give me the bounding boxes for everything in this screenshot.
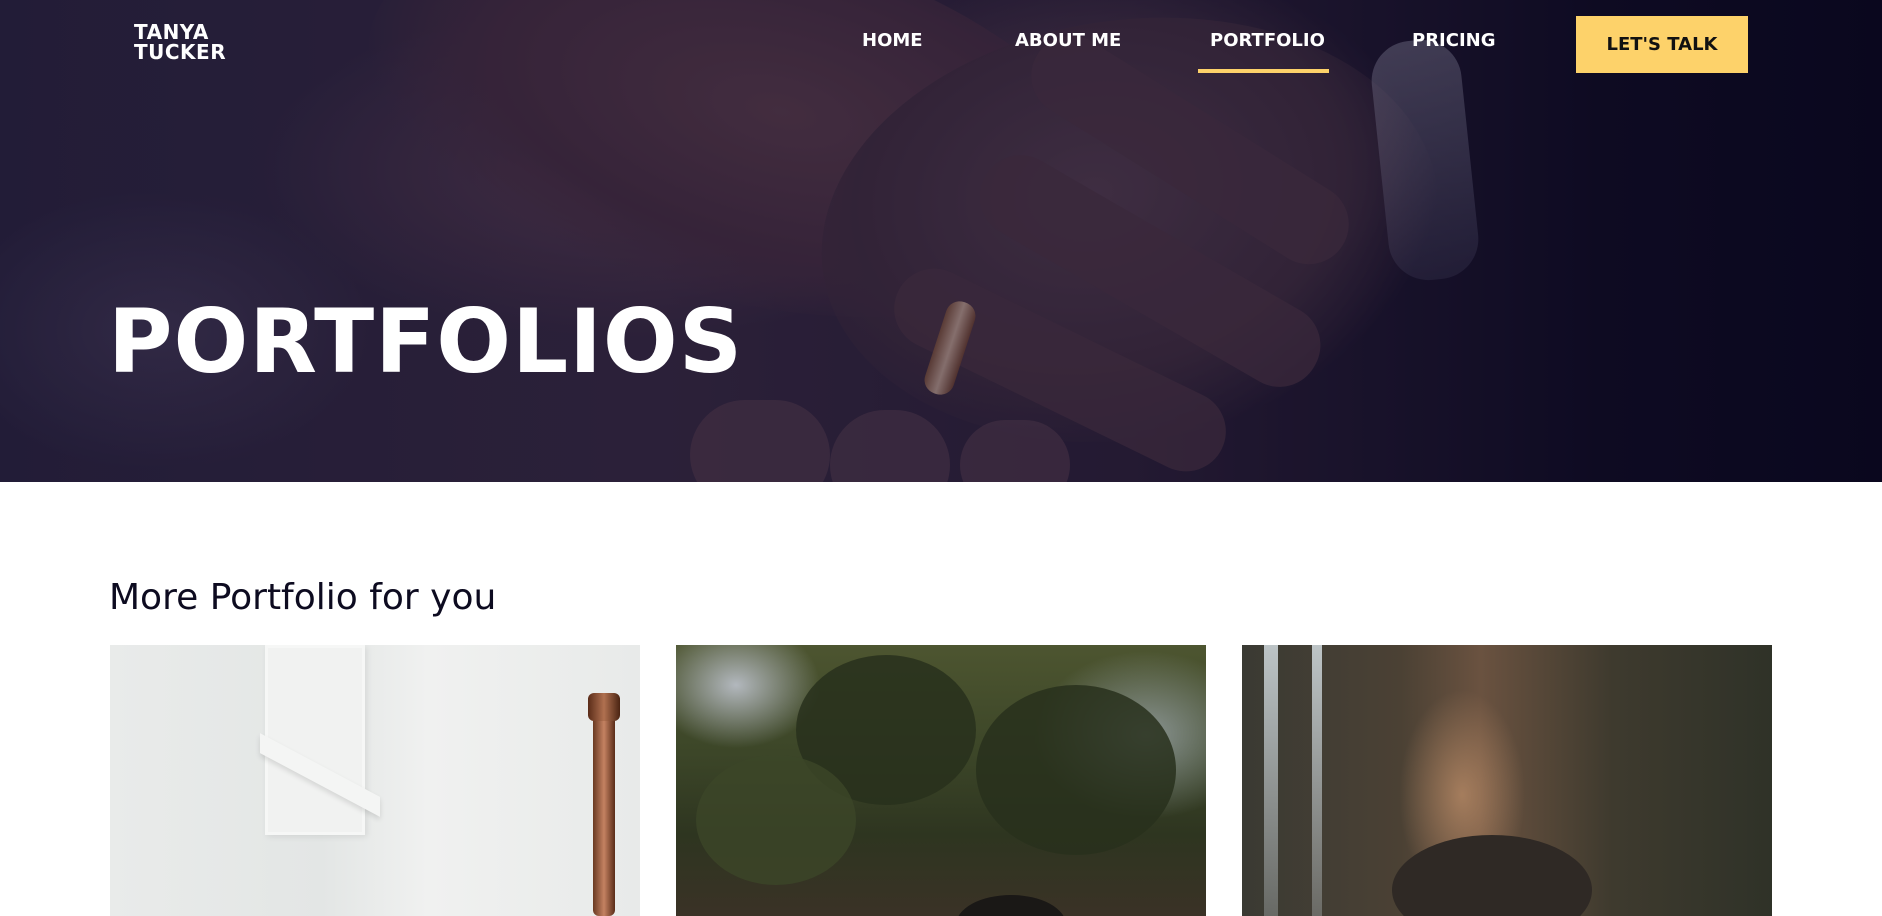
card-image-waterfall [1264, 645, 1278, 916]
nav-active-indicator [1198, 69, 1329, 73]
card-image-bedpost [593, 693, 615, 916]
card-image-person [956, 895, 1066, 916]
card-image-tree [696, 755, 856, 885]
portfolio-card-3[interactable] [1242, 645, 1772, 916]
hero-banner: TANYA TUCKER HOME ABOUT ME PORTFOLIO PRI… [0, 0, 1882, 482]
card-image-window [265, 645, 365, 835]
card-image-waterfall [1312, 645, 1322, 916]
main-nav: HOME ABOUT ME PORTFOLIO PRICING LET'S TA… [0, 0, 1882, 80]
card-image-bedpost-top [588, 693, 620, 721]
card-image-rock [1392, 835, 1592, 916]
card-image-tree [976, 685, 1176, 855]
nav-item-portfolio[interactable]: PORTFOLIO [1210, 30, 1325, 51]
nav-item-about-me[interactable]: ABOUT ME [1015, 30, 1121, 51]
portfolio-grid [110, 645, 1772, 916]
lets-talk-button[interactable]: LET'S TALK [1576, 16, 1748, 73]
section-heading: More Portfolio for you [109, 577, 497, 618]
nav-item-home[interactable]: HOME [862, 30, 923, 51]
portfolio-card-2[interactable] [676, 645, 1206, 916]
portfolio-card-1[interactable] [110, 645, 640, 916]
page-title: PORTFOLIOS [108, 290, 744, 393]
nav-item-pricing[interactable]: PRICING [1412, 30, 1496, 51]
